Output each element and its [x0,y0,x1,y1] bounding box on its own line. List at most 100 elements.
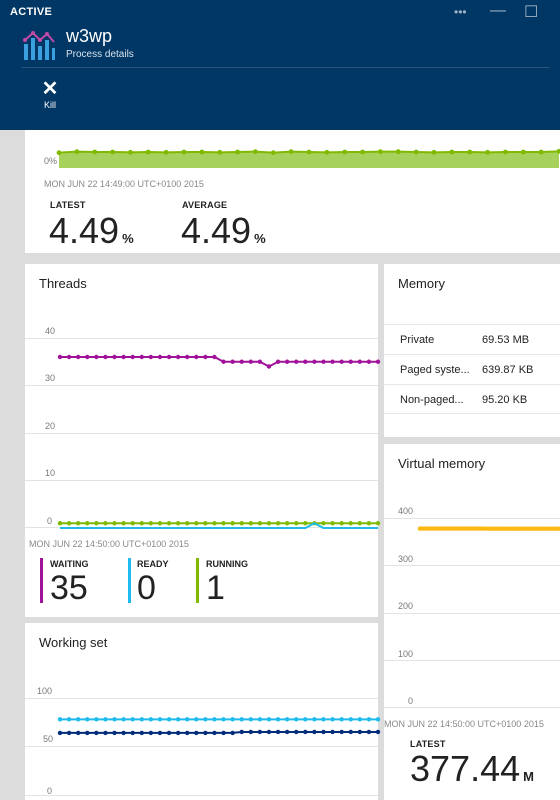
ws-y-tick: 100 [37,686,53,696]
data-point [348,729,353,735]
data-point [148,521,154,526]
data-point [339,359,344,364]
data-point [257,521,263,526]
more-options-icon[interactable]: ••• [454,5,467,19]
data-point [357,359,363,364]
data-point [157,521,163,526]
threads-y-tick: 20 [45,421,56,431]
data-point [85,354,90,360]
data-point [348,359,353,364]
data-point [121,717,126,722]
data-point [266,729,272,735]
data-point [139,354,144,360]
data-point [357,729,363,735]
threads-tile[interactable]: Threads 40 30 20 10 0 MON JUN 22 14:50:0… [25,264,381,617]
data-point [321,717,326,722]
memory-row-private: Private 69.53 MB [384,324,560,354]
data-point [75,730,81,736]
data-point [312,729,317,735]
series-line [60,356,378,368]
data-point [103,354,108,360]
data-point [92,149,98,155]
data-point [166,354,172,360]
data-point [221,730,226,736]
data-point [145,149,151,155]
ready-value: 0 [137,569,156,607]
data-point [94,354,99,360]
data-point [303,729,308,735]
minimize-icon[interactable]: — [490,2,506,20]
data-point [66,730,72,736]
data-point [230,359,235,364]
data-point [56,150,62,156]
data-point [257,359,263,364]
cpu-tile[interactable]: 0% MON JUN 22 14:49:00 UTC+0100 2015 LAT… [25,130,560,253]
data-point [303,717,308,722]
data-point [112,354,117,360]
data-point [221,359,226,364]
maximize-icon[interactable]: ☐ [524,2,538,22]
data-point [94,521,99,526]
data-point [266,364,272,369]
data-point [339,717,344,722]
data-point [181,149,187,155]
kill-button[interactable]: ✕ Kill [36,79,64,110]
data-point [284,521,290,526]
cpu-latest-unit: % [122,231,134,246]
data-point [248,729,253,735]
data-point [121,354,126,360]
cpu-average-unit: % [254,231,266,246]
cpu-latest-number: 4.49 [49,210,120,251]
data-point [230,521,235,526]
data-point [130,730,135,736]
threads-chart [57,354,381,529]
data-point [375,729,381,735]
data-point [139,521,144,526]
data-point [248,521,253,526]
data-point [230,717,235,722]
data-point [112,730,117,736]
data-point [74,149,80,155]
virtual-memory-chart [417,526,560,531]
data-point [375,717,381,722]
virtual-memory-tile[interactable]: Virtual memory 400 300 200 100 0 MON JUN… [384,444,560,800]
memory-tile[interactable]: Memory Private 69.53 MB Paged syste... 6… [384,264,560,437]
data-point [288,149,294,155]
data-point [230,730,235,736]
data-point [342,149,348,155]
data-point [221,717,226,722]
data-point [163,149,169,155]
data-point [175,521,181,526]
data-point [348,717,353,722]
data-point [203,354,208,360]
data-point [357,717,363,722]
memory-row-value: 69.53 MB [482,334,530,346]
data-point [130,717,135,722]
threads-y-tick: 0 [47,516,53,526]
data-point [212,717,217,722]
vm-latest-number: 377.44 [410,748,521,789]
data-point [212,730,217,736]
data-point [520,149,526,155]
vm-latest-unit: M [523,769,534,784]
data-point [194,717,199,722]
data-point [330,359,335,364]
data-point [449,149,455,155]
data-point [239,717,244,722]
blade-header: ACTIVE ••• — ☐ w3wp Process details ✕ Ki… [0,0,560,130]
data-point [128,149,133,155]
data-point [57,521,63,526]
data-point [130,354,135,360]
cpu-axis-zero: 0% [44,156,58,166]
working-set-tile[interactable]: Working set 100 50 0 [25,623,381,800]
data-point [303,521,308,526]
data-point [175,730,181,736]
data-point [375,359,381,364]
process-chart-icon [23,31,55,60]
waiting-legend-bar [40,558,43,603]
kill-label: Kill [43,100,56,110]
data-point [275,717,281,722]
data-point [266,717,272,722]
data-point [103,717,108,722]
series-line [60,730,378,734]
